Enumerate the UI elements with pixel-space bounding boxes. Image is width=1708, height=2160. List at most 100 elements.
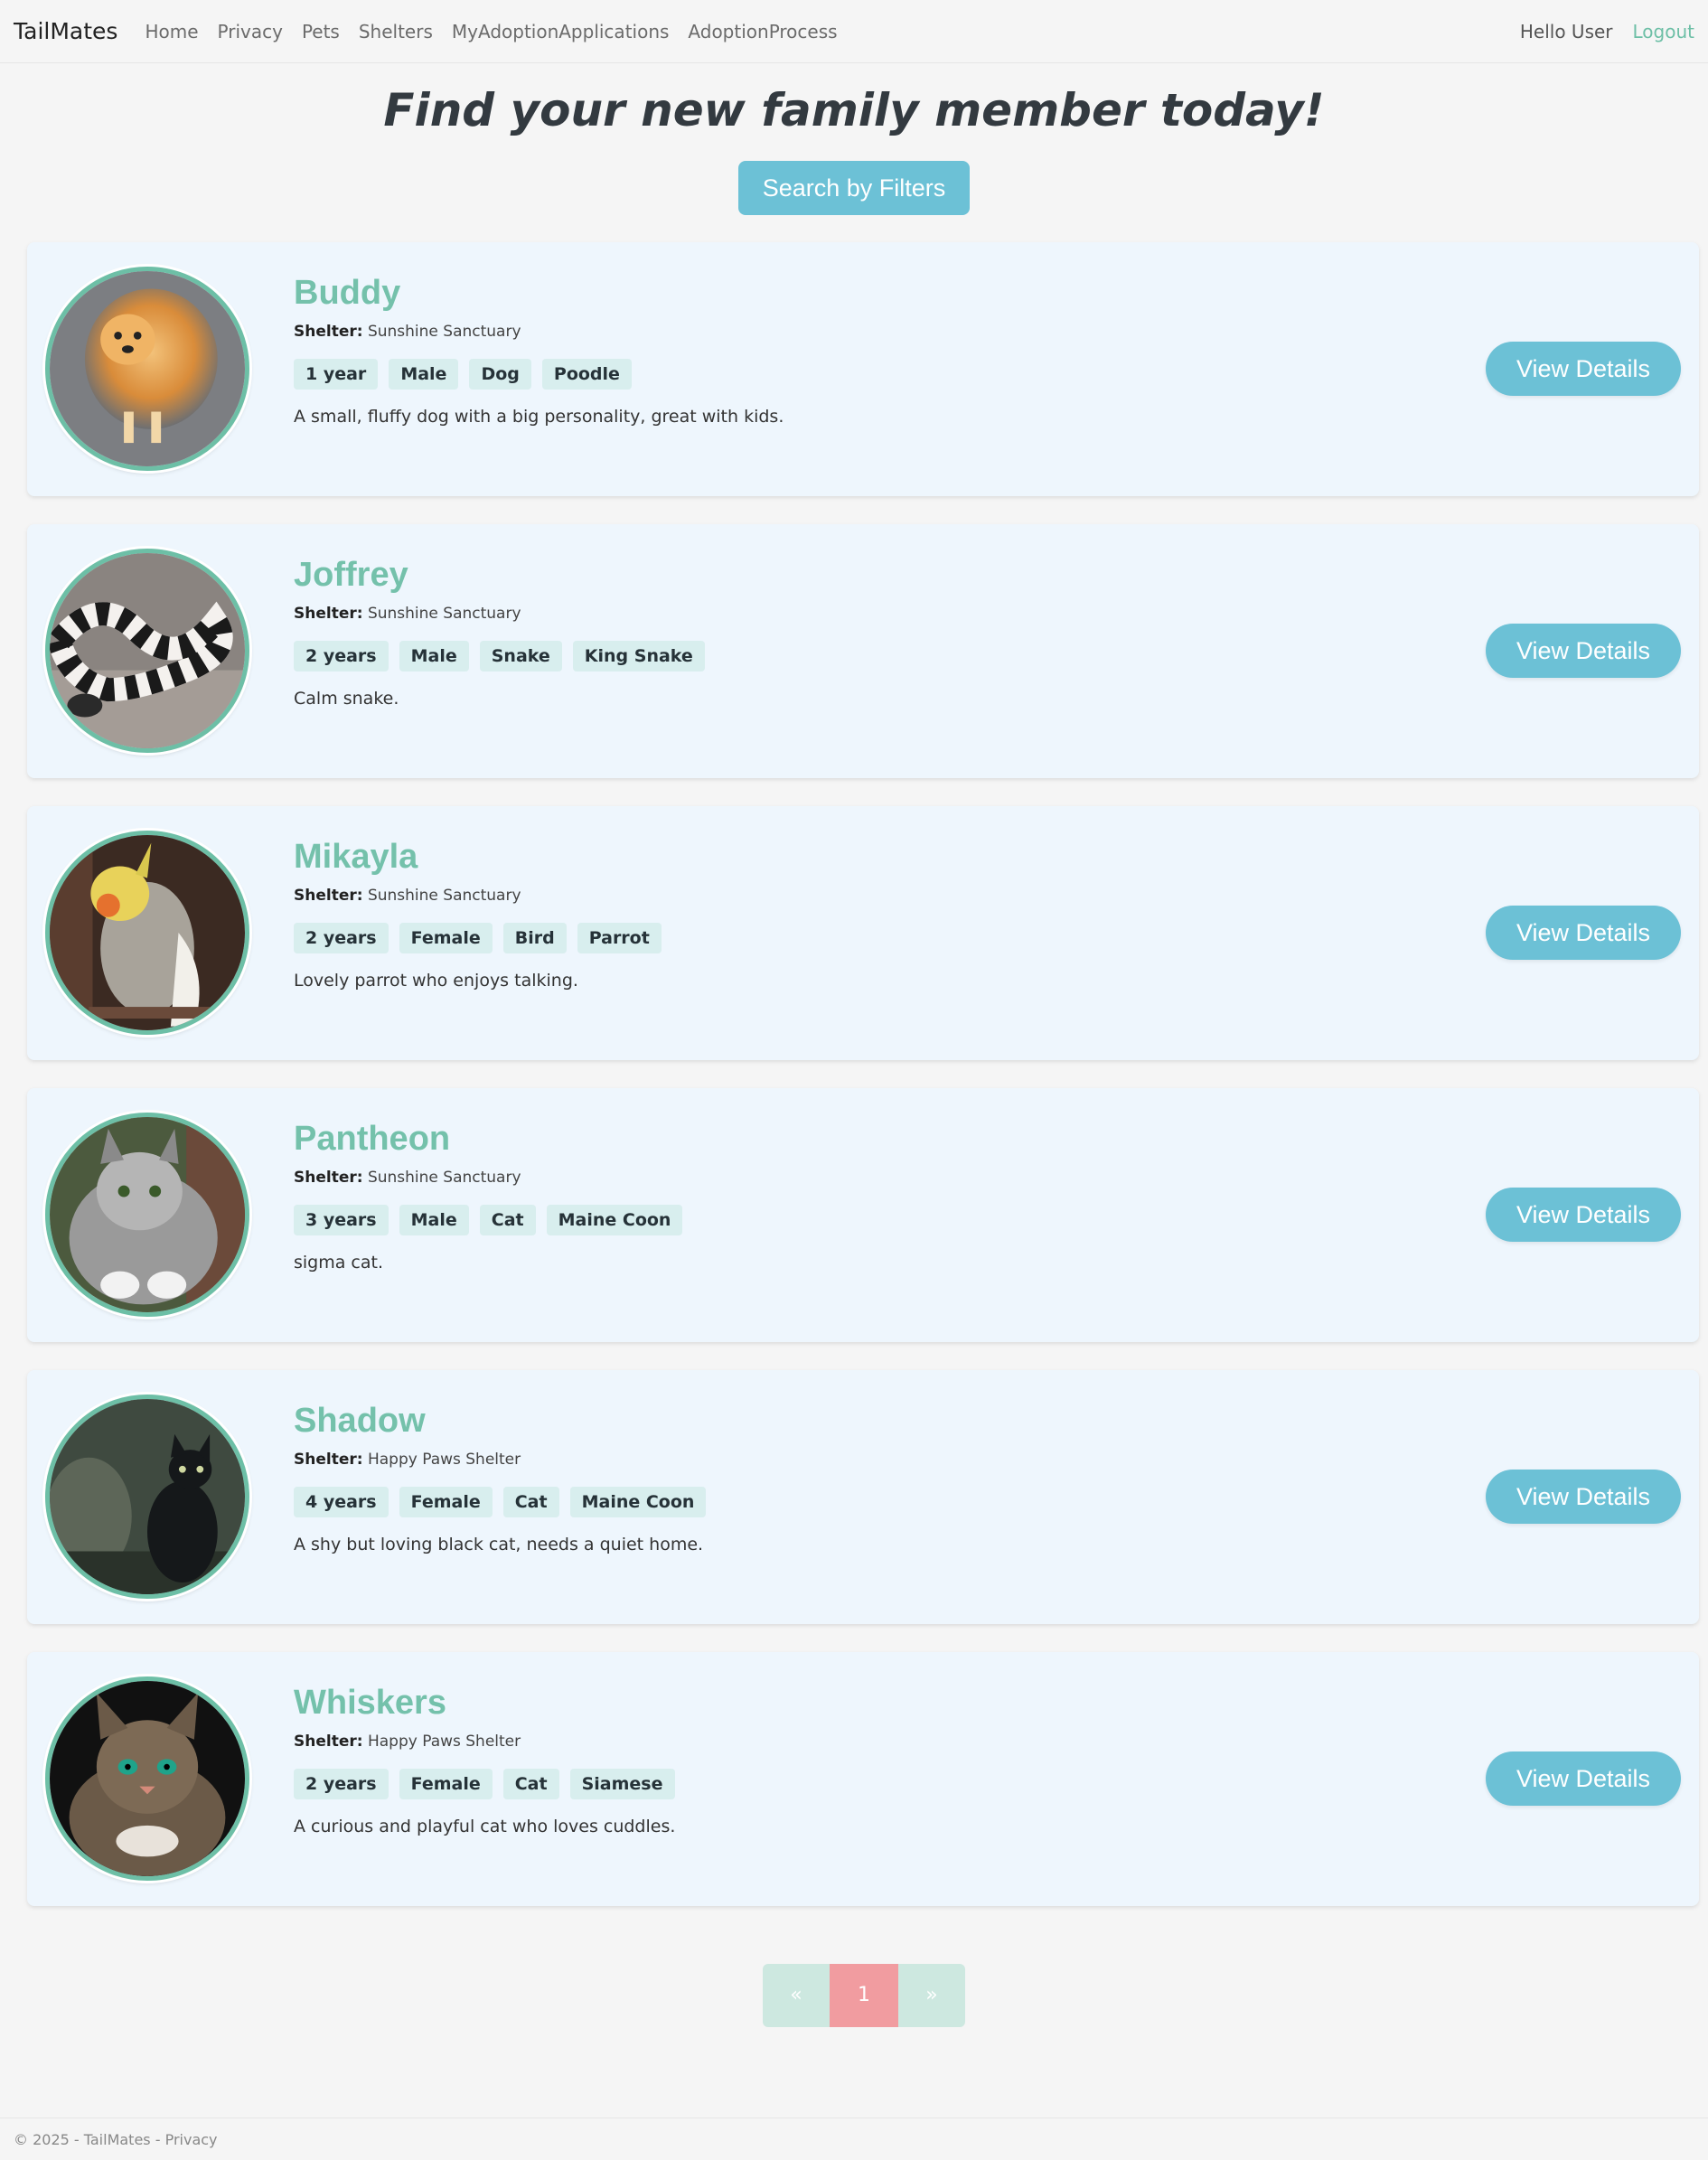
pet-card: Pantheon Shelter: Sunshine Sanctuary 3 y… [27, 1088, 1699, 1342]
nav-links: Home Privacy Pets Shelters MyAdoptionApp… [145, 21, 856, 42]
view-details-button[interactable]: View Details [1486, 1188, 1681, 1242]
search-by-filters-button[interactable]: Search by Filters [738, 161, 970, 215]
gender-tag: Male [399, 1205, 469, 1235]
tabby-cat-photo[interactable] [45, 1676, 249, 1881]
pet-tags: 3 years Male Cat Maine Coon [294, 1205, 683, 1235]
logout-link[interactable]: Logout [1633, 21, 1694, 42]
maine-coon-photo[interactable] [45, 1113, 249, 1317]
shelter-name: Sunshine Sanctuary [367, 1169, 521, 1187]
pet-description: sigma cat. [294, 1253, 384, 1273]
breed-tag: Parrot [577, 923, 662, 953]
species-tag: Cat [502, 1769, 559, 1799]
pet-name: Joffrey [294, 556, 408, 594]
pet-description: A curious and playful cat who loves cudd… [294, 1817, 676, 1836]
pet-card-body: Whiskers Shelter: Happy Paws Shelter 2 y… [294, 1684, 675, 1836]
pet-tags: 1 year Male Dog Poodle [294, 359, 784, 390]
age-tag: 1 year [294, 359, 379, 390]
shelter-label: Shelter: [294, 1169, 363, 1187]
pet-description: A shy but loving black cat, needs a quie… [294, 1535, 704, 1554]
footer-text: © 2025 - TailMates - Privacy [14, 2131, 218, 2148]
species-tag: Cat [479, 1205, 536, 1235]
age-tag: 2 years [294, 641, 389, 671]
gender-tag: Female [399, 1769, 493, 1799]
view-details-button[interactable]: View Details [1486, 1751, 1681, 1806]
pet-card: Joffrey Shelter: Sunshine Sanctuary 2 ye… [27, 524, 1699, 778]
nav-link-pets[interactable]: Pets [302, 21, 340, 42]
king-snake-photo[interactable] [45, 549, 249, 753]
view-details-button[interactable]: View Details [1486, 1470, 1681, 1524]
black-cat-photo[interactable] [45, 1395, 249, 1599]
navbar: TailMates Home Privacy Pets Shelters MyA… [0, 0, 1708, 63]
cockatiel-photo[interactable] [45, 831, 249, 1035]
shelter-name: Sunshine Sanctuary [367, 323, 521, 341]
species-tag: Cat [502, 1487, 559, 1517]
pet-description: Lovely parrot who enjoys talking. [294, 971, 578, 991]
breed-tag: Siamese [569, 1769, 675, 1799]
age-tag: 4 years [294, 1487, 389, 1517]
pet-card: Whiskers Shelter: Happy Paws Shelter 2 y… [27, 1652, 1699, 1906]
pet-card: Shadow Shelter: Happy Paws Shelter 4 yea… [27, 1370, 1699, 1624]
shelter-name: Sunshine Sanctuary [367, 605, 521, 623]
nav-link-adoption-process[interactable]: AdoptionProcess [688, 21, 837, 42]
species-tag: Bird [502, 923, 567, 953]
pet-tags: 2 years Male Snake King Snake [294, 641, 705, 671]
breed-tag: Maine Coon [569, 1487, 707, 1517]
shelter-label: Shelter: [294, 1733, 363, 1751]
pagination: « 1 » [763, 1964, 965, 2027]
breed-tag: Maine Coon [546, 1205, 683, 1235]
shelter-name: Happy Paws Shelter [367, 1451, 521, 1469]
species-tag: Dog [469, 359, 531, 390]
age-tag: 2 years [294, 1769, 389, 1799]
nav-user-area: Hello User Logout [1520, 21, 1694, 42]
pet-name: Whiskers [294, 1684, 446, 1722]
brand-logo[interactable]: TailMates [14, 18, 117, 44]
previous-page-button[interactable]: « [763, 1964, 830, 2027]
user-greeting: Hello User [1519, 20, 1613, 42]
gender-tag: Male [399, 641, 469, 671]
view-details-button[interactable]: View Details [1486, 906, 1681, 960]
pet-shelter: Shelter: Happy Paws Shelter [294, 1733, 675, 1751]
pet-card: Buddy Shelter: Sunshine Sanctuary 1 year… [27, 242, 1699, 496]
page-1-button[interactable]: 1 [830, 1964, 898, 2027]
shelter-label: Shelter: [294, 323, 363, 341]
gender-tag: Female [399, 1487, 493, 1517]
page-title: Find your new family member today! [383, 84, 1325, 136]
pet-card-body: Pantheon Shelter: Sunshine Sanctuary 3 y… [294, 1120, 683, 1273]
pet-card-body: Mikayla Shelter: Sunshine Sanctuary 2 ye… [294, 838, 662, 991]
nav-link-my-adoption-applications[interactable]: MyAdoptionApplications [452, 21, 670, 42]
pet-description: A small, fluffy dog with a big personali… [294, 407, 784, 427]
pet-shelter: Shelter: Happy Paws Shelter [294, 1451, 706, 1469]
age-tag: 2 years [294, 923, 389, 953]
pomeranian-dog-photo[interactable] [45, 267, 249, 471]
view-details-button[interactable]: View Details [1486, 342, 1681, 396]
pet-card-body: Buddy Shelter: Sunshine Sanctuary 1 year… [294, 274, 784, 427]
pet-card-body: Joffrey Shelter: Sunshine Sanctuary 2 ye… [294, 556, 705, 709]
pet-tags: 2 years Female Bird Parrot [294, 923, 662, 953]
next-page-button[interactable]: » [898, 1964, 965, 2027]
shelter-name: Happy Paws Shelter [367, 1733, 521, 1751]
pet-tags: 4 years Female Cat Maine Coon [294, 1487, 707, 1517]
footer: © 2025 - TailMates - Privacy [0, 2118, 1708, 2160]
species-tag: Snake [479, 641, 562, 671]
pet-name: Mikayla [294, 838, 418, 876]
pet-name: Shadow [294, 1402, 426, 1440]
search-area: Search by Filters [0, 161, 1708, 215]
shelter-label: Shelter: [294, 605, 363, 623]
pet-card: Mikayla Shelter: Sunshine Sanctuary 2 ye… [27, 806, 1699, 1060]
nav-link-home[interactable]: Home [145, 21, 198, 42]
pet-tags: 2 years Female Cat Siamese [294, 1769, 675, 1799]
pet-shelter: Shelter: Sunshine Sanctuary [294, 323, 784, 341]
nav-link-privacy[interactable]: Privacy [218, 21, 283, 42]
age-tag: 3 years [294, 1205, 389, 1235]
pet-shelter: Shelter: Sunshine Sanctuary [294, 605, 705, 623]
shelter-label: Shelter: [294, 1451, 363, 1469]
pet-name: Pantheon [294, 1120, 451, 1158]
pet-shelter: Shelter: Sunshine Sanctuary [294, 887, 662, 905]
gender-tag: Female [399, 923, 493, 953]
breed-tag: King Snake [572, 641, 705, 671]
gender-tag: Male [389, 359, 459, 390]
nav-link-shelters[interactable]: Shelters [359, 21, 433, 42]
pet-description: Calm snake. [294, 689, 399, 709]
view-details-button[interactable]: View Details [1486, 624, 1681, 678]
pet-shelter: Shelter: Sunshine Sanctuary [294, 1169, 682, 1187]
